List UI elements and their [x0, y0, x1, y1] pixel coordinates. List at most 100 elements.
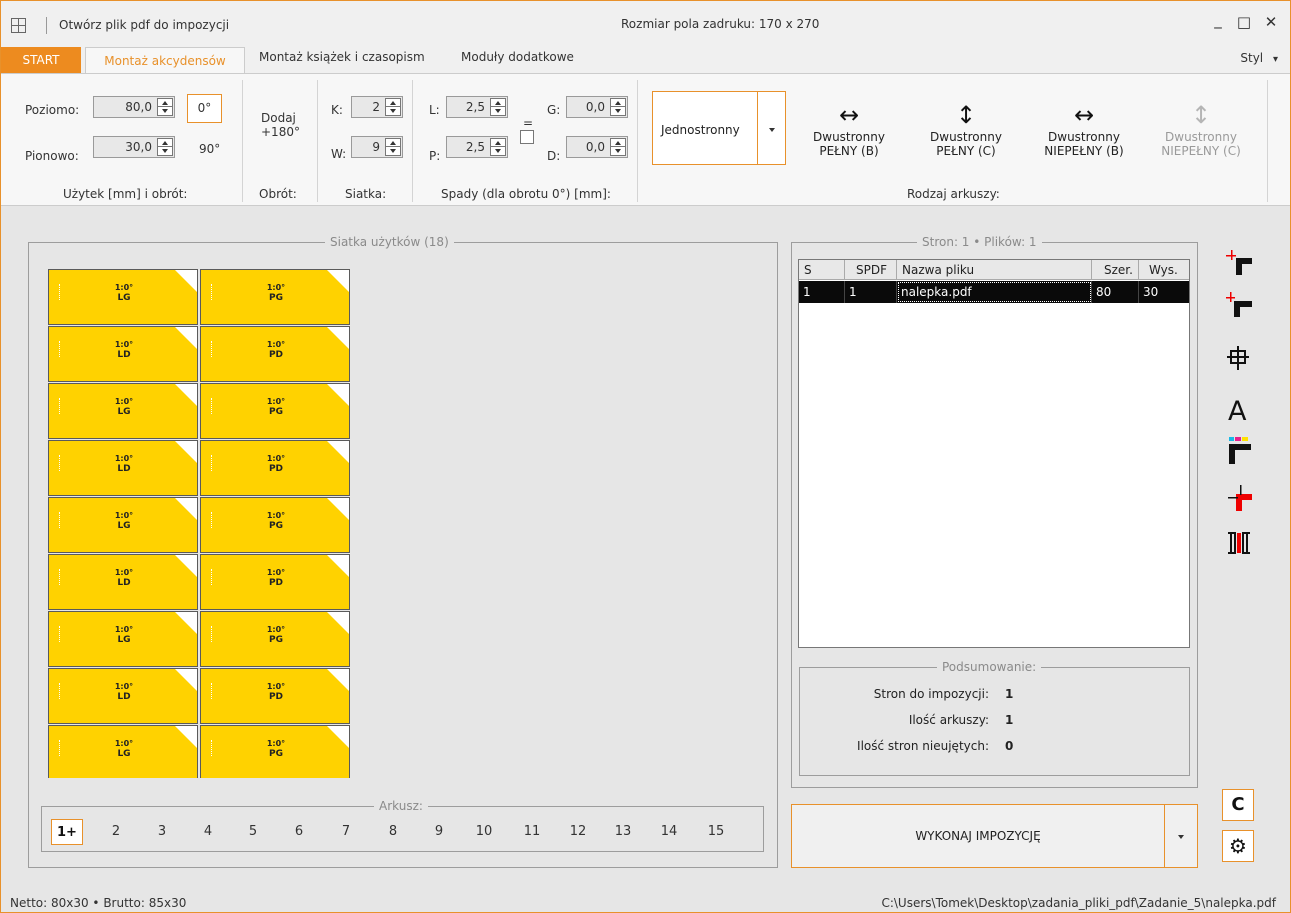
bleed-left-label: L: [429, 103, 440, 117]
sheet-page-button[interactable]: 4 [194, 819, 222, 845]
rotation-90-button[interactable]: 90° [199, 142, 220, 156]
c-button[interactable]: C [1222, 789, 1254, 821]
sheet-page-button[interactable]: 11 [518, 819, 546, 845]
grid-tile[interactable]: 1:0° LD [48, 440, 198, 496]
spin-arrows-icon[interactable] [385, 138, 401, 156]
tab-modules[interactable]: Moduły dodatkowe [461, 50, 574, 64]
tab-start[interactable]: START [1, 47, 81, 73]
grid-tile[interactable]: 1:0° LD [48, 326, 198, 382]
vertical-size-input[interactable]: 30,0 [93, 136, 175, 158]
bleed-top-input[interactable]: 0,0 [566, 96, 628, 118]
tile-rotation: 1:0° [114, 511, 134, 520]
grid-tile[interactable]: 1:0° LG [48, 725, 198, 778]
grid-tile[interactable]: 1:0° LG [48, 383, 198, 439]
duplex-full-b-button[interactable]: ↔ Dwustronny PEŁNY (B) [799, 100, 899, 158]
tab-job-imposition[interactable]: Montaż akcydensów [85, 47, 245, 75]
rows-input[interactable]: 9 [351, 136, 403, 158]
column-header-height[interactable]: Wys. [1139, 260, 1189, 280]
spin-arrows-icon[interactable] [610, 98, 626, 116]
grid-tile[interactable]: 1:0° PD [200, 440, 350, 496]
table-cell[interactable]: nalepka.pdf [897, 281, 1092, 303]
gear-icon[interactable]: ⚙ [1222, 830, 1254, 862]
grid-tile[interactable]: 1:0° PD [200, 668, 350, 724]
sheet-page-button[interactable]: 13 [609, 819, 637, 845]
grid-tile[interactable]: 1:0° PD [200, 326, 350, 382]
bleed-left-input[interactable]: 2,5 [446, 96, 508, 118]
color-bar-icon[interactable] [1226, 436, 1252, 464]
grid-tile[interactable]: 1:0° PG [200, 497, 350, 553]
bleed-bottom-input[interactable]: 0,0 [566, 136, 628, 158]
maximize-button[interactable]: □ [1232, 13, 1256, 31]
spin-arrows-icon[interactable] [385, 98, 401, 116]
sheet-page-button[interactable]: 8 [379, 819, 407, 845]
grid-tile[interactable]: 1:0° PG [200, 383, 350, 439]
gutter-marks-icon[interactable] [1226, 529, 1252, 557]
grid-tile[interactable]: 1:0° LG [48, 611, 198, 667]
sheet-page-button[interactable]: 6 [285, 819, 313, 845]
sheet-page-button[interactable]: 14 [655, 819, 683, 845]
sheet-page-button[interactable]: 15 [702, 819, 730, 845]
column-header-filename[interactable]: Nazwa pliku [897, 260, 1092, 280]
open-pdf-button[interactable]: Otwórz plik pdf do impozycji [59, 18, 229, 32]
sidedness-dropdown[interactable]: Jednostronny [652, 91, 786, 165]
equal-bleeds-checkbox[interactable] [520, 130, 534, 144]
sheet-page-button[interactable]: 12 [564, 819, 592, 845]
table-cell[interactable]: 30 [1139, 281, 1189, 303]
group-label-bleeds: Spady (dla obrotu 0°) [mm]: [441, 187, 611, 201]
tab-book-imposition[interactable]: Montaż książek i czasopism [259, 50, 425, 64]
column-header-width[interactable]: Szer. [1092, 260, 1139, 280]
status-bar: Netto: 80x30 • Brutto: 85x30 C:\Users\To… [1, 890, 1290, 912]
chevron-down-icon[interactable] [1178, 835, 1184, 839]
chevron-down-icon[interactable] [769, 128, 775, 132]
add-180-button[interactable]: Dodaj +180° [261, 111, 300, 139]
spin-arrows-icon[interactable] [157, 98, 173, 116]
crop-marks-icon[interactable] [1226, 247, 1252, 275]
rotation-0-button[interactable]: 0° [187, 94, 222, 123]
spin-arrows-icon[interactable] [157, 138, 173, 156]
bleed-right-input[interactable]: 2,5 [446, 136, 508, 158]
grid-tile[interactable]: 1:0° LG [48, 269, 198, 325]
duplex-full-c-button[interactable]: ↕ Dwustronny PEŁNY (C) [916, 100, 1016, 158]
sheet-page-button[interactable]: 2 [102, 819, 130, 845]
table-cell[interactable]: 1 [845, 281, 897, 303]
grid-tile[interactable]: 1:0° PG [200, 269, 350, 325]
execute-imposition-button[interactable]: WYKONAJ IMPOZYCJĘ [791, 804, 1198, 868]
sheet-page-button[interactable]: 1+ [51, 819, 83, 845]
duplex-partial-c-button[interactable]: ↕ Dwustronny NIEPEŁNY (C) [1151, 100, 1251, 158]
grid-tile[interactable]: 1:0° LD [48, 554, 198, 610]
tile-rotation: 1:0° [266, 397, 286, 406]
grid-tile[interactable]: 1:0° PG [200, 611, 350, 667]
sheet-page-button[interactable]: 5 [239, 819, 267, 845]
sheet-page-button[interactable]: 9 [425, 819, 453, 845]
columns-input[interactable]: 2 [351, 96, 403, 118]
column-header-s[interactable]: S [799, 260, 845, 280]
close-button[interactable]: ✕ [1259, 13, 1283, 31]
spin-arrows-icon[interactable] [490, 98, 506, 116]
table-cell[interactable]: 1 [799, 281, 845, 303]
text-annotation-icon[interactable]: A [1226, 395, 1252, 423]
horizontal-size-input[interactable]: 80,0 [93, 96, 175, 118]
imposition-grid[interactable]: 1:0° LG 1:0° PG 1:0° LD 1:0° PD 1:0° LG 1:0° PG 1:0°… [48, 269, 350, 778]
grid-tile[interactable]: 1:0° PG [200, 725, 350, 778]
spin-arrows-icon[interactable] [490, 138, 506, 156]
bleed-marks-icon[interactable] [1226, 483, 1252, 511]
files-table[interactable]: S SPDF Nazwa pliku Szer. Wys. 1 1 nalepk… [798, 259, 1190, 648]
sheet-page-button[interactable]: 10 [470, 819, 498, 845]
tile-position: PG [269, 293, 283, 303]
grid-tile[interactable]: 1:0° LD [48, 668, 198, 724]
table-cell[interactable]: 80 [1092, 281, 1139, 303]
app-icon[interactable] [11, 18, 26, 33]
column-header-spdf[interactable]: SPDF [845, 260, 897, 280]
registration-mark-icon[interactable] [1226, 344, 1252, 372]
style-menu[interactable]: Styl ▾ [1240, 51, 1278, 65]
duplex-partial-b-button[interactable]: ↔ Dwustronny NIEPEŁNY (B) [1034, 100, 1134, 158]
tile-rotation: 1:0° [266, 739, 286, 748]
grid-tile[interactable]: 1:0° LG [48, 497, 198, 553]
spin-arrows-icon[interactable] [610, 138, 626, 156]
crop-marks-alt-icon[interactable] [1226, 289, 1252, 317]
grid-tile[interactable]: 1:0° PD [200, 554, 350, 610]
sheet-page-button[interactable]: 7 [332, 819, 360, 845]
sheet-page-button[interactable]: 3 [148, 819, 176, 845]
minimize-button[interactable]: _ [1206, 11, 1230, 29]
tile-position: PD [268, 692, 284, 702]
